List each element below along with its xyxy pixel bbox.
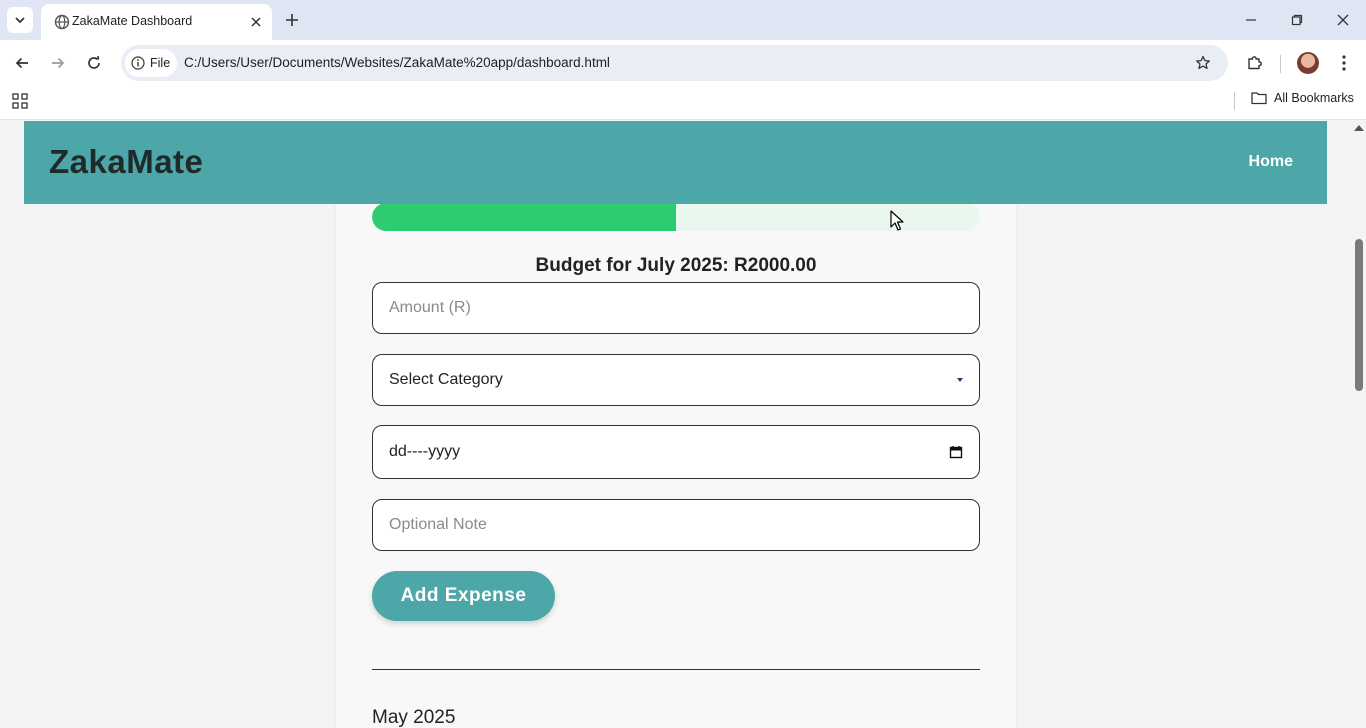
note-input[interactable] [372,499,980,551]
more-vertical-icon [1342,55,1346,71]
all-bookmarks-label: All Bookmarks [1274,91,1354,105]
folder-icon [1251,92,1267,105]
address-bar[interactable]: File C:/Users/User/Documents/Websites/Za… [121,45,1228,81]
expense-card: Budget for July 2025: R2000.00 Select Ca… [336,121,1016,728]
tab-title: ZakaMate Dashboard [72,14,193,28]
reload-button[interactable] [81,50,107,76]
arrow-right-icon [52,57,65,69]
month-heading: May 2025 [372,707,456,728]
date-input[interactable]: dd----yyyy [372,425,980,479]
minimize-button[interactable] [1236,6,1266,34]
bookmark-star-button[interactable] [1192,52,1214,74]
chevron-down-icon [15,17,25,24]
close-window-button[interactable] [1328,6,1358,34]
page-scrollbar[interactable] [1351,121,1366,728]
tab-strip: ZakaMate Dashboard [0,0,1366,40]
info-icon [131,56,145,70]
globe-icon [54,14,70,30]
page-viewport: Budget for July 2025: R2000.00 Select Ca… [0,121,1366,728]
minimize-icon [1246,19,1256,21]
puzzle-icon [1248,56,1262,70]
site-chip-label: File [150,56,171,70]
nav-home-link[interactable]: Home [1249,153,1293,171]
all-bookmarks-button[interactable]: All Bookmarks [1251,91,1354,105]
category-select[interactable]: Select Category [372,354,980,406]
site-header: ZakaMate Home [24,121,1327,204]
scrollbar-thumb[interactable] [1355,239,1363,391]
restore-button[interactable] [1282,6,1312,34]
browser-tab[interactable]: ZakaMate Dashboard [41,4,272,40]
plus-icon [286,14,298,26]
toolbar-separator [1280,55,1281,73]
profile-avatar[interactable] [1297,52,1319,74]
restore-icon [1291,14,1303,26]
site-logo[interactable]: ZakaMate [49,143,203,181]
site-info-chip[interactable]: File [125,49,177,77]
category-select-value: Select Category [389,371,503,388]
add-expense-button[interactable]: Add Expense [372,571,555,621]
new-tab-button[interactable] [281,9,303,31]
scroll-up-arrow-icon[interactable] [1354,125,1364,131]
browser-toolbar: File C:/Users/User/Documents/Websites/Za… [0,40,1366,86]
budget-progress-bar [372,203,980,231]
apps-grid-icon[interactable] [11,92,29,110]
close-icon [251,17,261,27]
tab-search-button[interactable] [7,7,33,33]
budget-heading: Budget for July 2025: R2000.00 [535,255,817,276]
extensions-button[interactable] [1243,50,1267,74]
mouse-cursor-icon [890,210,904,231]
bookmarks-bar: All Bookmarks [0,86,1366,120]
caret-down-icon [957,378,963,382]
url-text[interactable]: C:/Users/User/Documents/Websites/ZakaMat… [184,55,610,70]
bookmarks-separator [1234,92,1235,110]
forward-button[interactable] [45,50,71,76]
amount-input[interactable] [372,282,980,334]
browser-menu-button[interactable] [1334,50,1354,76]
back-button[interactable] [9,50,35,76]
budget-progress-fill [372,203,676,231]
section-divider [372,669,980,670]
calendar-icon[interactable] [949,445,963,459]
star-icon [1196,55,1210,70]
arrow-left-icon [15,57,28,69]
reload-icon [88,55,100,69]
close-tab-button[interactable] [247,13,265,31]
date-input-placeholder: dd----yyyy [389,443,461,460]
close-icon [1337,14,1349,26]
